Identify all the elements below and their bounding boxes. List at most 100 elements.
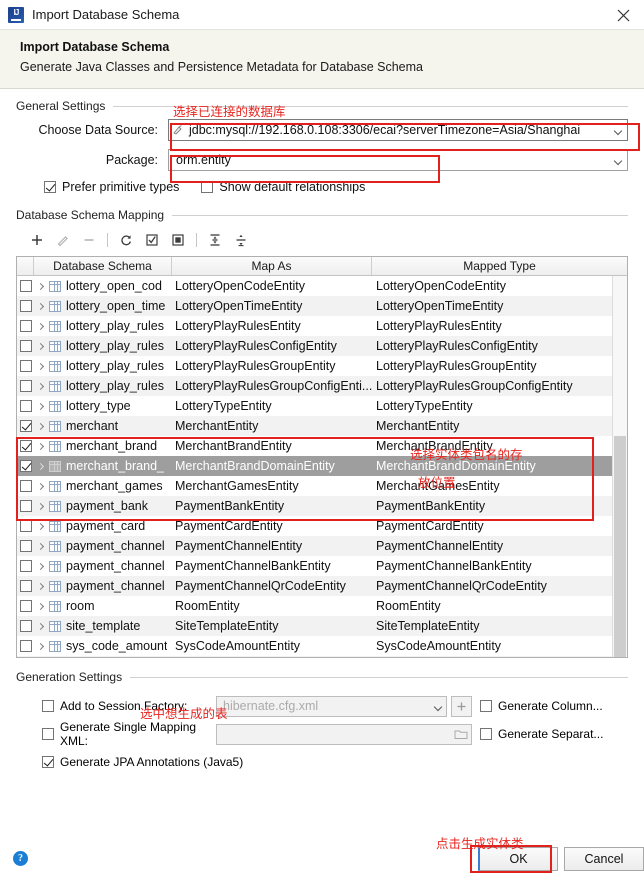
row-checkbox[interactable] xyxy=(17,616,34,636)
show-default-relationships-checkbox[interactable]: Show default relationships xyxy=(201,180,365,194)
chevron-right-icon[interactable] xyxy=(35,404,46,409)
chevron-right-icon[interactable] xyxy=(35,424,46,429)
collapse-all-button[interactable] xyxy=(228,229,254,251)
table-row[interactable]: sys_configSysConfigEntitySysConfigEntity xyxy=(17,656,627,657)
cell-mapped-type[interactable]: PaymentCardEntity xyxy=(372,516,627,536)
table-row[interactable]: lottery_play_rules LotteryPlayRulesGroupE… xyxy=(17,356,627,376)
generate-separate-checkbox[interactable]: Generate Separat... xyxy=(480,727,628,741)
table-row[interactable]: payment_card PaymentCardEntity PaymentCard… xyxy=(17,516,627,536)
cell-mapped-type[interactable]: SysConfigEntity xyxy=(372,656,627,657)
chevron-right-icon[interactable] xyxy=(35,304,46,309)
cell-mapped-type[interactable]: LotteryTypeEntity xyxy=(372,396,627,416)
cell-mapped-type[interactable]: PaymentChannelBankEntity xyxy=(372,556,627,576)
row-checkbox[interactable] xyxy=(17,496,34,516)
cell-map-as[interactable]: LotteryOpenCodeEntity xyxy=(172,276,372,296)
cell-map-as[interactable]: PaymentChannelEntity xyxy=(172,536,372,556)
scrollbar-thumb[interactable] xyxy=(614,436,626,657)
table-row[interactable]: room RoomEntity RoomEntity xyxy=(17,596,627,616)
cell-mapped-type[interactable]: PaymentChannelEntity xyxy=(372,536,627,556)
cell-map-as[interactable]: MerchantEntity xyxy=(172,416,372,436)
cell-map-as[interactable]: LotteryPlayRulesEntity xyxy=(172,316,372,336)
cell-mapped-type[interactable]: LotteryPlayRulesConfigEntity xyxy=(372,336,627,356)
cell-map-as[interactable]: LotteryOpenTimeEntity xyxy=(172,296,372,316)
chevron-right-icon[interactable] xyxy=(35,544,46,549)
table-row[interactable]: lottery_play_rules LotteryPlayRulesGroupC… xyxy=(17,376,627,396)
table-row[interactable]: merchant_brand_ MerchantBrandDomainEntity… xyxy=(17,456,627,476)
cancel-button[interactable]: Cancel xyxy=(564,847,644,871)
row-checkbox[interactable] xyxy=(17,556,34,576)
cell-mapped-type[interactable]: SysCodeAmountEntity xyxy=(372,636,627,656)
table-row[interactable]: merchant_games MerchantGamesEntity Merchan… xyxy=(17,476,627,496)
row-checkbox[interactable] xyxy=(17,276,34,296)
mapping-xml-path-input[interactable] xyxy=(216,723,472,745)
add-button[interactable] xyxy=(24,229,50,251)
chevron-right-icon[interactable] xyxy=(35,584,46,589)
row-checkbox[interactable] xyxy=(17,576,34,596)
cell-map-as[interactable]: LotteryPlayRulesGroupConfigEnti... xyxy=(172,376,372,396)
help-icon[interactable]: ? xyxy=(13,851,28,866)
cell-map-as[interactable]: SiteTemplateEntity xyxy=(172,616,372,636)
cell-mapped-type[interactable]: PaymentBankEntity xyxy=(372,496,627,516)
chevron-right-icon[interactable] xyxy=(35,324,46,329)
cell-map-as[interactable]: SysConfigEntity xyxy=(172,656,372,657)
table-row[interactable]: merchant MerchantEntity MerchantEntity xyxy=(17,416,627,436)
chevron-right-icon[interactable] xyxy=(35,444,46,449)
cell-map-as[interactable]: LotteryPlayRulesConfigEntity xyxy=(172,336,372,356)
table-row[interactable]: sys_code_amount SysCodeAmountEntity SysCod… xyxy=(17,636,627,656)
refresh-button[interactable] xyxy=(113,229,139,251)
cell-mapped-type[interactable]: LotteryOpenTimeEntity xyxy=(372,296,627,316)
prefer-primitive-types-checkbox[interactable]: Prefer primitive types xyxy=(44,180,179,194)
data-source-dropdown-arrow[interactable] xyxy=(610,120,627,140)
chevron-right-icon[interactable] xyxy=(35,484,46,489)
data-source-combobox[interactable]: jdbc:mysql://192.168.0.108:3306/ecai?ser… xyxy=(168,119,628,141)
chevron-right-icon[interactable] xyxy=(35,284,46,289)
schema-mapping-table[interactable]: Database Schema Map As Mapped Type lotte… xyxy=(16,256,628,658)
row-checkbox[interactable] xyxy=(17,436,34,456)
table-header-database-schema[interactable]: Database Schema xyxy=(34,257,172,275)
chevron-right-icon[interactable] xyxy=(35,604,46,609)
row-checkbox[interactable] xyxy=(17,396,34,416)
cell-map-as[interactable]: LotteryPlayRulesGroupEntity xyxy=(172,356,372,376)
row-checkbox[interactable] xyxy=(17,476,34,496)
generate-single-mapping-xml-checkbox[interactable]: Generate Single Mapping XML: xyxy=(16,720,216,748)
cell-map-as[interactable]: RoomEntity xyxy=(172,596,372,616)
table-row[interactable]: lottery_play_rules LotteryPlayRulesConfig… xyxy=(17,336,627,356)
row-checkbox[interactable] xyxy=(17,456,34,476)
row-checkbox[interactable] xyxy=(17,596,34,616)
cell-map-as[interactable]: SysCodeAmountEntity xyxy=(172,636,372,656)
chevron-right-icon[interactable] xyxy=(35,364,46,369)
edit-button[interactable] xyxy=(50,229,76,251)
row-checkbox[interactable] xyxy=(17,516,34,536)
package-combobox[interactable]: orm.entity xyxy=(168,149,628,171)
expand-all-button[interactable] xyxy=(202,229,228,251)
generate-column-checkbox[interactable]: Generate Column... xyxy=(480,699,628,713)
cell-map-as[interactable]: PaymentCardEntity xyxy=(172,516,372,536)
cell-map-as[interactable]: PaymentChannelBankEntity xyxy=(172,556,372,576)
row-checkbox[interactable] xyxy=(17,656,34,657)
row-checkbox[interactable] xyxy=(17,356,34,376)
cell-map-as[interactable]: MerchantBrandDomainEntity xyxy=(172,456,372,476)
row-checkbox[interactable] xyxy=(17,536,34,556)
row-checkbox[interactable] xyxy=(17,376,34,396)
remove-button[interactable] xyxy=(76,229,102,251)
session-factory-combobox[interactable]: hibernate.cfg.xml xyxy=(216,695,447,717)
add-session-factory-button[interactable] xyxy=(451,695,472,717)
cell-mapped-type[interactable]: LotteryOpenCodeEntity xyxy=(372,276,627,296)
chevron-right-icon[interactable] xyxy=(35,624,46,629)
chevron-right-icon[interactable] xyxy=(35,504,46,509)
chevron-right-icon[interactable] xyxy=(35,644,46,649)
chevron-right-icon[interactable] xyxy=(35,344,46,349)
cell-mapped-type[interactable]: MerchantGamesEntity xyxy=(372,476,627,496)
table-row[interactable]: merchant_brand MerchantBrandEntity Merchan… xyxy=(17,436,627,456)
cell-mapped-type[interactable]: SiteTemplateEntity xyxy=(372,616,627,636)
row-checkbox[interactable] xyxy=(17,296,34,316)
table-row[interactable]: payment_channel PaymentChannelEntity Payme… xyxy=(17,536,627,556)
table-row[interactable]: payment_channel PaymentChannelQrCodeEntit… xyxy=(17,576,627,596)
table-row[interactable]: lottery_type LotteryTypeEntity LotteryType… xyxy=(17,396,627,416)
cell-mapped-type[interactable]: RoomEntity xyxy=(372,596,627,616)
cell-mapped-type[interactable]: LotteryPlayRulesEntity xyxy=(372,316,627,336)
table-header-mapped-type[interactable]: Mapped Type xyxy=(372,257,627,275)
table-row[interactable]: lottery_open_cod LotteryOpenCodeEntity Lot… xyxy=(17,276,627,296)
cell-mapped-type[interactable]: LotteryPlayRulesGroupEntity xyxy=(372,356,627,376)
table-row[interactable]: site_template SiteTemplateEntity SiteTempl… xyxy=(17,616,627,636)
